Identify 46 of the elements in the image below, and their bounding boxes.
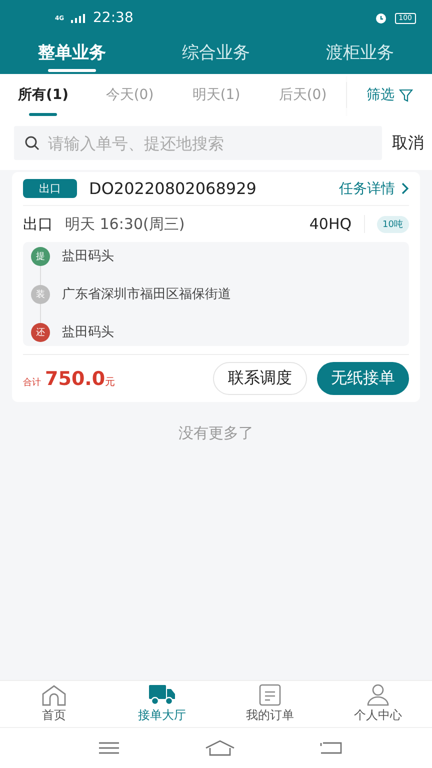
container-size: 40HQ <box>309 215 365 233</box>
signal-icon <box>71 14 85 22</box>
total-label: 合计 <box>23 376 41 388</box>
date-tab[interactable]: 今天(0) <box>86 74 173 116</box>
alarm-icon <box>374 12 387 24</box>
back-icon <box>320 741 342 755</box>
search-field[interactable]: 请输入单号、提还地搜索 <box>14 126 382 160</box>
pickup-time: 明天 16:30(周三) <box>65 214 186 234</box>
chevron-icon <box>401 182 409 195</box>
filter-button[interactable]: 筛选 <box>346 82 432 108</box>
tab[interactable]: 渡柜业务 <box>288 36 432 74</box>
filter-icon <box>398 88 412 102</box>
stop-address: 盐田码头 <box>62 248 114 265</box>
document-icon <box>259 684 281 706</box>
stop-address: 盐田码头 <box>62 324 114 341</box>
date-tab[interactable]: 所有(1) <box>0 74 86 116</box>
search-icon <box>24 135 40 151</box>
total-amount: 750.0 <box>45 368 106 390</box>
nav-item[interactable]: 我的订单 <box>216 681 324 727</box>
user-icon <box>367 684 389 706</box>
stop-badge: 装 <box>31 284 50 304</box>
nav-item[interactable]: 首页 <box>0 681 108 727</box>
cancel-button[interactable]: 取消 <box>392 132 424 154</box>
currency-unit: 元 <box>105 376 116 388</box>
end-note: 没有更多了 <box>178 424 254 443</box>
nav-item[interactable]: 接单大厅 <box>108 681 216 727</box>
order-number: DO20220802068929 <box>89 179 258 198</box>
tab[interactable]: 整单业务 <box>0 36 144 74</box>
stop-address: 广东省深圳市福田区福保街道 <box>62 286 231 303</box>
date-tab[interactable]: 明天(1) <box>173 74 260 116</box>
detail-link[interactable]: 任务详情 <box>339 180 409 198</box>
contact-button[interactable]: 联系调度 <box>213 362 307 395</box>
type-tag: 出口 <box>23 179 77 198</box>
accept-button[interactable]: 无纸接单 <box>317 362 409 395</box>
nav-item[interactable]: 个人中心 <box>324 681 432 727</box>
stop-badge: 还 <box>31 322 50 342</box>
weight-badge: 10吨 <box>376 216 409 232</box>
menu-icon <box>98 741 120 755</box>
date-tab[interactable]: 后天(0) <box>260 74 346 116</box>
home-icon <box>41 684 67 706</box>
truck-icon <box>148 684 176 706</box>
tab[interactable]: 综合业务 <box>144 36 288 74</box>
status-time: 22:38 <box>93 10 134 26</box>
cargo-type: 出口 <box>23 214 53 234</box>
home-key-icon <box>205 740 235 756</box>
stop-badge: 提 <box>31 246 50 266</box>
